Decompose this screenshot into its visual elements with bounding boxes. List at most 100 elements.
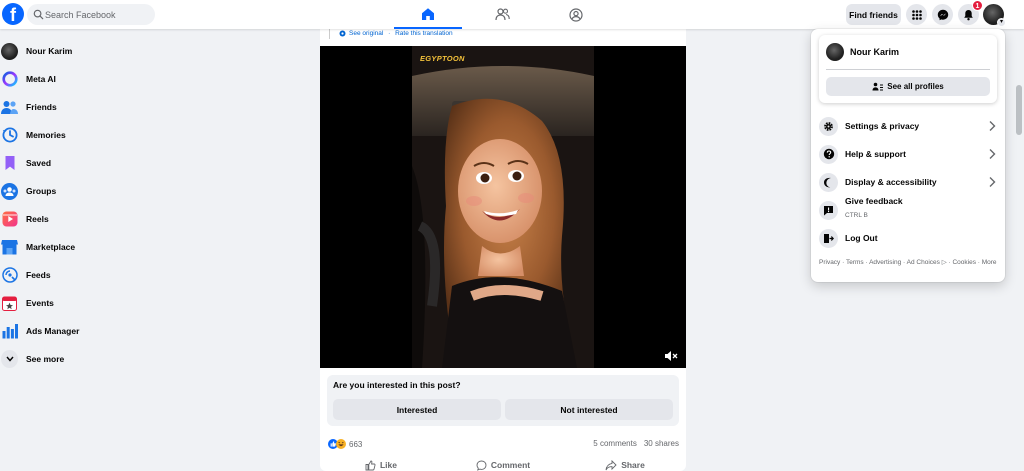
menu-button[interactable] bbox=[906, 4, 927, 25]
interested-button[interactable]: Interested bbox=[333, 399, 501, 420]
saved-icon bbox=[1, 155, 18, 172]
sidebar-item-marketplace[interactable]: Marketplace bbox=[0, 234, 180, 260]
sidebar-item-feeds[interactable]: Feeds bbox=[0, 262, 180, 288]
memories-icon bbox=[1, 127, 18, 144]
menu-item-display-accessibility[interactable]: Display & accessibility bbox=[819, 169, 997, 195]
sidebar-item-label: Nour Karim bbox=[26, 46, 73, 56]
feed-post: See original · Rate this translation EGY… bbox=[320, 29, 686, 471]
facebook-logo-icon[interactable]: f bbox=[2, 3, 24, 25]
logout-icon bbox=[819, 228, 838, 248]
comment-icon bbox=[476, 460, 487, 471]
sidebar-item-label: Marketplace bbox=[26, 242, 76, 252]
ads-manager-icon bbox=[1, 323, 18, 340]
sidebar-item-label: Friends bbox=[26, 102, 57, 112]
feeds-icon bbox=[1, 267, 18, 284]
sidebar-item-profile[interactable]: Nour Karim bbox=[0, 38, 180, 64]
chevron-down-icon: ▾ bbox=[997, 18, 1006, 27]
comments-count[interactable]: 5 comments bbox=[593, 439, 637, 448]
sidebar-item-events[interactable]: Events bbox=[0, 290, 180, 316]
sidebar-item-label: Saved bbox=[26, 158, 52, 168]
feedback-icon bbox=[819, 200, 838, 220]
share-label: Share bbox=[621, 460, 645, 470]
share-icon bbox=[605, 459, 617, 470]
post-stats: 5 comments 30 shares bbox=[593, 439, 679, 448]
interest-question: Are you interested in this post? bbox=[333, 380, 461, 390]
haha-reaction-icon bbox=[336, 439, 346, 449]
sidebar-item-label: Groups bbox=[26, 186, 57, 196]
sidebar-item-label: Memories bbox=[26, 130, 66, 140]
menu-item-settings-privacy[interactable]: Settings & privacy bbox=[819, 113, 997, 139]
sidebar-item-saved[interactable]: Saved bbox=[0, 150, 180, 176]
events-icon bbox=[1, 295, 18, 312]
link-separator: · bbox=[386, 30, 393, 37]
sidebar-item-label: See more bbox=[26, 354, 65, 364]
rate-translation-link[interactable]: Rate this translation bbox=[395, 30, 452, 37]
see-original-link[interactable]: See original bbox=[349, 30, 383, 37]
switch-profiles-icon bbox=[872, 82, 884, 91]
sidebar-item-meta-ai[interactable]: Meta AI bbox=[0, 66, 180, 92]
sidebar-item-label: Events bbox=[26, 298, 54, 308]
video-frame: EGYPTOON bbox=[412, 46, 594, 368]
footer-links[interactable]: Privacy · Terms · Advertising · Ad Choic… bbox=[819, 258, 1001, 267]
search-box[interactable] bbox=[27, 4, 155, 25]
not-interested-button[interactable]: Not interested bbox=[505, 399, 673, 420]
menu-item-label: Display & accessibility bbox=[845, 177, 937, 187]
menu-item-help-support[interactable]: Help & support bbox=[819, 141, 997, 167]
find-friends-button[interactable]: Find friends bbox=[846, 4, 901, 25]
meta-ai-icon bbox=[1, 71, 18, 88]
translation-bar: See original · Rate this translation bbox=[339, 30, 453, 37]
profile-card: Nour Karim See all profiles bbox=[819, 35, 997, 103]
bell-icon bbox=[964, 9, 973, 20]
sidebar-item-memories[interactable]: Memories bbox=[0, 122, 180, 148]
grid-menu-icon bbox=[911, 9, 922, 20]
search-input[interactable] bbox=[44, 4, 152, 25]
tab-home[interactable] bbox=[394, 0, 462, 29]
sidebar-item-friends[interactable]: Friends bbox=[0, 94, 180, 120]
account-menu-dropdown: Nour Karim See all profiles Settings & p… bbox=[811, 29, 1005, 282]
moon-icon bbox=[819, 172, 838, 192]
video-watermark: EGYPTOON bbox=[420, 54, 465, 63]
menu-item-give-feedback[interactable]: Give feedback CTRL B bbox=[819, 196, 997, 223]
tab-friends[interactable] bbox=[468, 0, 536, 29]
see-all-profiles-button[interactable]: See all profiles bbox=[826, 77, 990, 96]
menu-item-label: Log Out bbox=[845, 233, 878, 243]
sidebar-item-reels[interactable]: Reels bbox=[0, 206, 180, 232]
chevron-right-icon bbox=[989, 177, 996, 187]
comment-button[interactable]: Comment bbox=[442, 453, 564, 471]
sidebar-item-label: Meta AI bbox=[26, 74, 56, 84]
profile-avatar-icon bbox=[1, 42, 18, 60]
avatar[interactable] bbox=[826, 43, 844, 61]
chevron-down-icon bbox=[1, 350, 18, 368]
profile-name[interactable]: Nour Karim bbox=[850, 47, 899, 57]
facebook-logo-letter: f bbox=[10, 5, 16, 25]
search-icon bbox=[33, 9, 44, 20]
friends-icon bbox=[1, 99, 18, 116]
profile-circle-icon bbox=[569, 7, 583, 22]
sidebar-item-see-more[interactable]: See more bbox=[0, 346, 180, 372]
friends-tab-icon bbox=[494, 8, 510, 21]
mute-icon[interactable] bbox=[664, 350, 678, 362]
messenger-icon bbox=[937, 9, 948, 20]
messenger-button[interactable] bbox=[932, 4, 953, 25]
notification-badge: 1 bbox=[972, 0, 983, 11]
menu-item-log-out[interactable]: Log Out bbox=[819, 225, 997, 251]
share-button[interactable]: Share bbox=[564, 453, 686, 471]
gear-icon bbox=[819, 116, 838, 136]
scrollbar-thumb[interactable] bbox=[1016, 85, 1022, 135]
reaction-count: 663 bbox=[349, 439, 363, 449]
tab-profile[interactable] bbox=[542, 0, 610, 29]
chevron-right-icon bbox=[989, 149, 996, 159]
marketplace-icon bbox=[1, 239, 18, 256]
home-icon bbox=[422, 7, 434, 20]
menu-item-label: Give feedback bbox=[845, 196, 903, 206]
divider bbox=[826, 69, 990, 70]
reaction-summary[interactable]: 663 bbox=[328, 439, 362, 449]
video-player[interactable]: EGYPTOON bbox=[320, 46, 686, 368]
sidebar-item-groups[interactable]: Groups bbox=[0, 178, 180, 204]
shares-count[interactable]: 30 shares bbox=[644, 439, 679, 448]
sidebar-item-ads-manager[interactable]: Ads Manager bbox=[0, 318, 180, 344]
like-button[interactable]: Like bbox=[320, 453, 442, 471]
menu-item-label: Help & support bbox=[845, 149, 906, 159]
video-thumbnail-image bbox=[412, 46, 594, 368]
like-label: Like bbox=[379, 460, 397, 470]
